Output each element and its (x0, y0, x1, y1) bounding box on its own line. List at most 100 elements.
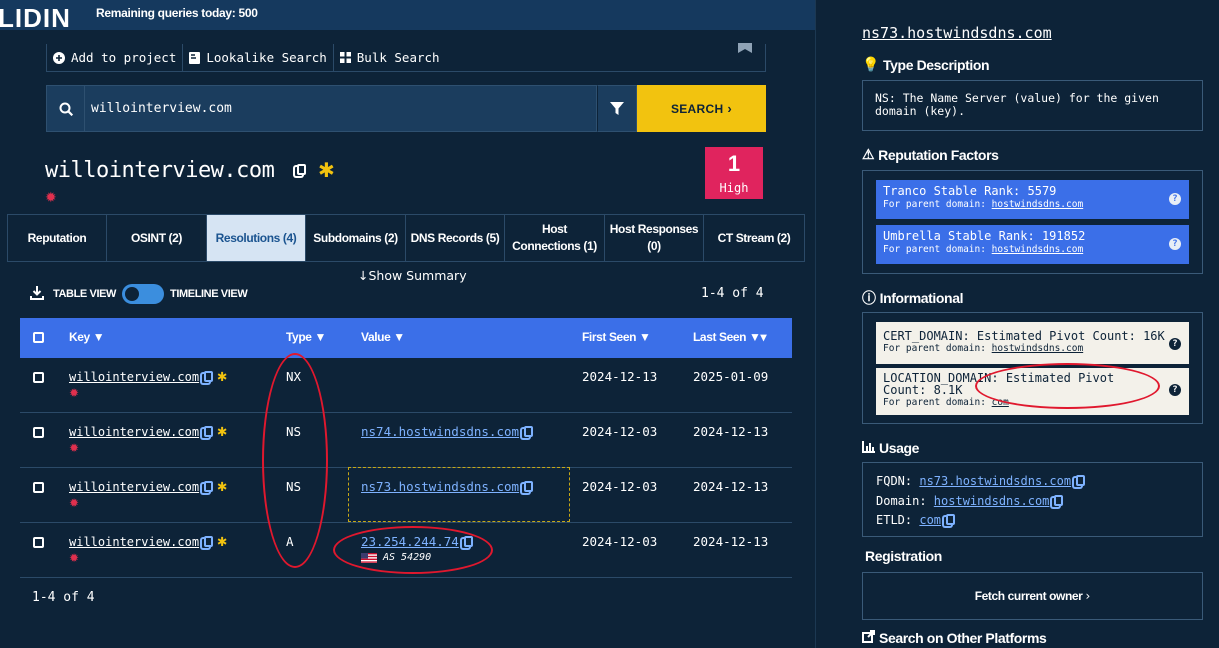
col-first-seen[interactable]: First Seen ▼ (582, 330, 651, 344)
etld-link[interactable]: com (919, 513, 941, 527)
type-description-heading: 💡 Type Description (862, 56, 990, 73)
view-toggle[interactable] (122, 284, 165, 304)
copy-icon[interactable] (204, 536, 214, 547)
tab-osint[interactable]: OSINT (2) (107, 215, 207, 261)
key-link[interactable]: willointerview.com (69, 480, 199, 494)
usage-domain: Domain: hostwindsdns.com (876, 492, 1189, 512)
help-icon[interactable]: ? (1169, 238, 1181, 250)
key-link[interactable]: willointerview.com (69, 370, 199, 384)
bulk-search-button[interactable]: Bulk Search (334, 44, 446, 71)
copy-icon[interactable] (204, 426, 214, 437)
chevron-right-icon: › (727, 101, 733, 116)
info-item-label: CERT_DOMAIN: Estimated Pivot Count: 16K (883, 329, 1165, 343)
informational-label: Informational (879, 290, 964, 306)
domain-title: willointerview.com (45, 158, 275, 183)
copy-icon[interactable] (1054, 494, 1064, 506)
key-link[interactable]: willointerview.com (69, 535, 199, 549)
type-description-box: NS: The Name Server (value) for the give… (862, 80, 1203, 131)
parent-domain-label: For parent domain: (883, 244, 992, 255)
table-header: Key ▼ Type ▼ Value ▼ First Seen ▼ Last S… (20, 318, 792, 358)
col-last-seen-label: Last Seen (693, 330, 747, 344)
star-icon[interactable]: ✱ (217, 424, 227, 439)
bar-chart-icon (862, 440, 875, 456)
arrow-down-icon: ↓ (358, 268, 369, 283)
risk-badge: 1 High (705, 147, 763, 199)
top-bar: LIDIN Remaining queries today: 500 (0, 0, 815, 33)
panel-title[interactable]: ns73.hostwindsdns.com (862, 24, 1052, 42)
page-count: 1-4 of 4 (701, 286, 764, 301)
tab-resolutions[interactable]: Resolutions (4) (207, 215, 306, 261)
reputation-item: Tranco Stable Rank: 5579 For parent doma… (876, 180, 1189, 219)
domain-link[interactable]: hostwindsdns.com (934, 494, 1050, 508)
row-checkbox[interactable] (33, 427, 44, 438)
sort-desc-icon[interactable]: ▼▾ (746, 330, 767, 344)
filter-icon[interactable]: ▼ (390, 330, 405, 344)
first-seen-cell: 2024-12-13 (582, 369, 658, 384)
star-icon[interactable]: ✱ (217, 369, 227, 384)
star-icon[interactable]: ✱ (217, 534, 227, 549)
usage-fqdn: FQDN: ns73.hostwindsdns.com (876, 472, 1189, 492)
row-checkbox[interactable] (33, 537, 44, 548)
star-icon[interactable]: ✱ (318, 158, 335, 182)
col-value-label: Value (361, 330, 391, 344)
copy-icon[interactable] (1076, 475, 1086, 486)
col-last-seen[interactable]: Last Seen ▼▾ (693, 330, 767, 344)
risk-label: High (719, 181, 749, 195)
plus-circle-icon (53, 51, 65, 64)
search-button-label: SEARCH (670, 101, 724, 116)
parent-domain-link[interactable]: hostwindsdns.com (992, 343, 1084, 354)
help-icon[interactable]: ? (1169, 384, 1181, 396)
other-platforms-heading: Search on Other Platforms (862, 630, 1047, 646)
search-icon (46, 85, 84, 132)
filter-icon[interactable]: ▼ (90, 330, 105, 344)
copy-icon[interactable] (524, 426, 534, 437)
filter-icon[interactable]: ▼ (636, 330, 651, 344)
copy-icon[interactable] (297, 164, 306, 175)
tab-bar: Reputation OSINT (2) Resolutions (4) Sub… (7, 214, 805, 262)
col-type-label: Type (286, 330, 312, 344)
filter-icon[interactable]: ▼ (312, 330, 326, 344)
col-key-label: Key (69, 330, 90, 344)
last-seen-cell: 2024-12-13 (693, 534, 769, 549)
table-row: willointerview.com ✱ ✹ NX 2024-12-13 202… (20, 358, 792, 413)
lookalike-search-label: Lookalike Search (206, 50, 327, 65)
value-link[interactable]: ns74.hostwindsdns.com (361, 424, 519, 439)
bulk-search-label: Bulk Search (356, 50, 440, 65)
chevron-right-icon: › (1085, 589, 1091, 603)
select-all-checkbox[interactable] (33, 332, 44, 343)
col-key[interactable]: Key ▼ (69, 330, 105, 344)
tab-host-responses[interactable]: Host Responses (0) (605, 215, 704, 261)
search-button[interactable]: SEARCH › (637, 85, 766, 132)
last-seen-cell: 2024-12-13 (693, 479, 769, 494)
star-icon[interactable]: ✱ (217, 479, 227, 494)
tab-subdomains[interactable]: Subdomains (2) (306, 215, 406, 261)
tab-host-connections[interactable]: Host Connections (1) (505, 215, 605, 261)
parent-domain-link[interactable]: hostwindsdns.com (992, 199, 1084, 210)
tab-reputation[interactable]: Reputation (8, 215, 107, 261)
tab-ct-stream[interactable]: CT Stream (2) (704, 215, 804, 261)
key-link[interactable]: willointerview.com (69, 425, 199, 439)
fetch-owner-button[interactable]: Fetch current owner › (862, 572, 1203, 620)
copy-icon[interactable] (204, 481, 214, 492)
search-input[interactable] (84, 85, 597, 132)
copy-icon[interactable] (946, 514, 956, 525)
lookalike-search-button[interactable]: Lookalike Search (183, 44, 334, 71)
copy-icon[interactable] (204, 371, 214, 382)
help-icon[interactable]: ? (1169, 338, 1181, 350)
reputation-item-label: Umbrella Stable Rank: 191852 (883, 229, 1086, 243)
fqdn-link[interactable]: ns73.hostwindsdns.com (919, 474, 1071, 488)
download-icon[interactable] (30, 285, 44, 303)
parent-domain-link[interactable]: hostwindsdns.com (992, 244, 1084, 255)
show-summary-link[interactable]: ↓Show Summary (358, 268, 467, 283)
add-to-project-button[interactable]: Add to project (47, 44, 184, 71)
col-value[interactable]: Value ▼ (361, 330, 405, 344)
row-checkbox[interactable] (33, 372, 44, 383)
filter-icon[interactable] (597, 85, 637, 132)
tab-dns-records[interactable]: DNS Records (5) (406, 215, 505, 261)
help-icon[interactable]: ? (1169, 193, 1181, 205)
row-checkbox[interactable] (33, 482, 44, 493)
tag-icon: ✹ (69, 551, 80, 565)
col-type[interactable]: Type ▼ (286, 330, 326, 344)
info-item: CERT_DOMAIN: Estimated Pivot Count: 16K … (876, 322, 1189, 364)
domain-label: Domain: (876, 493, 934, 508)
